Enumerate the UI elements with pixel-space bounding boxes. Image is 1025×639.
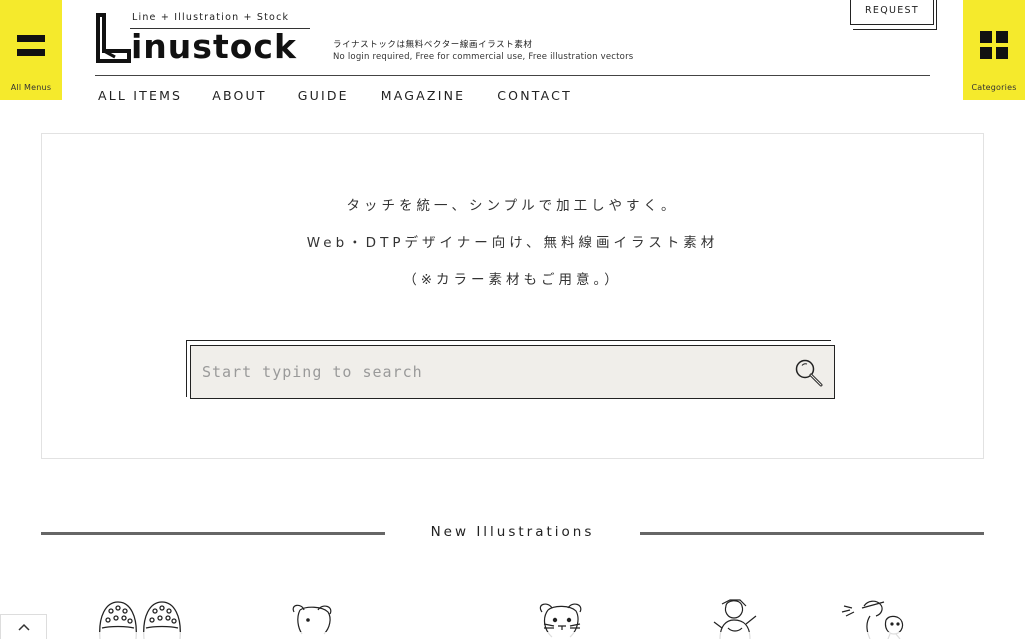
search-decor-top	[186, 340, 831, 341]
categories-button[interactable]: Categories	[963, 0, 1025, 100]
section-rule-left	[41, 532, 385, 535]
request-button[interactable]: REQUEST	[850, 0, 934, 25]
search-decor-left	[186, 340, 187, 397]
hero-line-3: （※カラー素材もご用意。）	[403, 272, 622, 288]
logo-name[interactable]: inustock	[131, 27, 297, 67]
viewport-bottom-edge	[0, 632, 1025, 639]
logo-description-jp: ライナストックは無料ベクター線画イラスト素材	[333, 40, 533, 50]
hero-line-2: Web・DTPデザイナー向け、無料線画イラスト素材	[306, 235, 719, 251]
search-input[interactable]	[202, 352, 762, 392]
all-menus-label: All Menus	[10, 83, 52, 92]
nav-contact[interactable]: CONTACT	[497, 88, 572, 103]
chevron-up-icon	[17, 623, 30, 631]
logo-description-en: No login required, Free for commercial u…	[333, 52, 634, 62]
search-box	[190, 345, 835, 399]
header-divider	[95, 75, 930, 76]
logo-tagline: Line + Illustration + Stock	[132, 12, 290, 23]
main-nav: ALL ITEMS ABOUT GUIDE MAGAZINE CONTACT	[98, 88, 572, 103]
scroll-top-button[interactable]	[0, 614, 47, 639]
nav-all-items[interactable]: ALL ITEMS	[98, 88, 182, 103]
search-icon[interactable]	[793, 357, 825, 389]
grid-icon	[980, 31, 1008, 59]
all-menus-button[interactable]: All Menus	[0, 0, 62, 100]
categories-label: Categories	[971, 83, 1017, 92]
hero-line-1: タッチを統一、シンプルで加工しやすく。	[346, 198, 679, 214]
hero-panel: タッチを統一、シンプルで加工しやすく。 Web・DTPデザイナー向け、無料線画イ…	[41, 133, 984, 459]
nav-magazine[interactable]: MAGAZINE	[381, 88, 465, 103]
hamburger-icon	[17, 35, 45, 57]
nav-guide[interactable]: GUIDE	[298, 88, 349, 103]
logo-l-mark[interactable]	[95, 13, 131, 63]
section-rule-right	[640, 532, 984, 535]
section-title: New Illustrations	[430, 524, 595, 540]
nav-about[interactable]: ABOUT	[212, 88, 267, 103]
